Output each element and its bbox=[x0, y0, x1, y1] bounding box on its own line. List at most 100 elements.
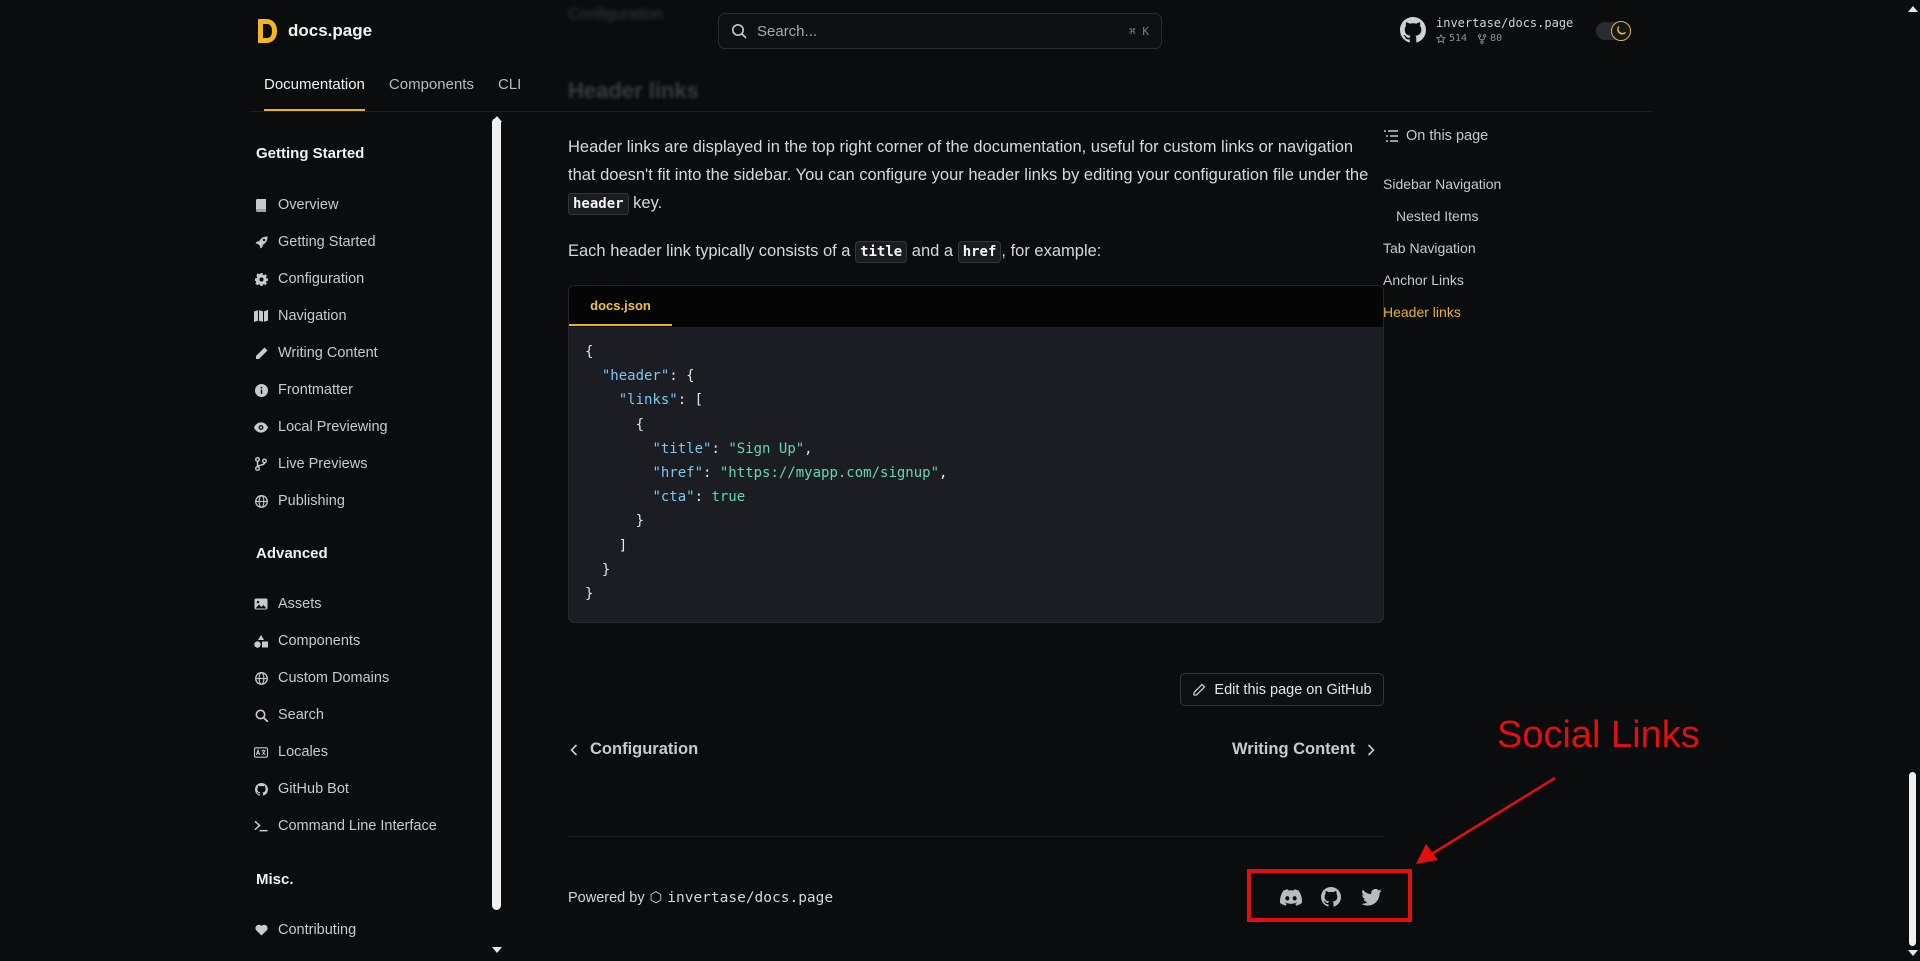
book-icon bbox=[254, 198, 268, 212]
sidebar-item-label: Custom Domains bbox=[278, 670, 390, 686]
brand-link[interactable]: docs.page bbox=[256, 18, 372, 44]
sidebar-item-search[interactable]: Search bbox=[254, 707, 324, 723]
sidebar-item-assets[interactable]: Assets bbox=[254, 596, 322, 612]
sidebar-item-navigation[interactable]: Navigation bbox=[254, 308, 347, 324]
code-line: "header": { bbox=[601, 368, 695, 385]
sidebar-item-overview[interactable]: Overview bbox=[254, 197, 338, 213]
sidebar-item-local-previewing[interactable]: Local Previewing bbox=[254, 419, 388, 435]
sidebar-item-components[interactable]: Components bbox=[254, 633, 360, 649]
toc-title: On this page bbox=[1384, 128, 1488, 144]
code-content: { "header": { "links": [ { "title": "Sig… bbox=[569, 328, 1383, 618]
page-scroll-down[interactable] bbox=[1908, 950, 1918, 956]
globe-icon bbox=[254, 494, 268, 508]
sidebar-item-label: GitHub Bot bbox=[278, 781, 349, 797]
previous-page-link[interactable]: Configuration bbox=[570, 740, 698, 759]
search-placeholder: Search... bbox=[757, 22, 818, 40]
powered-by: Powered by ⬡ invertase/docs.page bbox=[568, 890, 833, 906]
branch-icon bbox=[254, 457, 268, 471]
chevron-right-icon bbox=[1367, 743, 1376, 756]
shapes-icon bbox=[254, 634, 268, 648]
next-page-label: Writing Content bbox=[1232, 740, 1356, 758]
language-icon bbox=[254, 745, 268, 759]
fork-icon bbox=[1477, 33, 1487, 44]
sidebar-item-configuration[interactable]: Configuration bbox=[254, 271, 364, 287]
gear-icon bbox=[254, 272, 268, 286]
page-scroll-up[interactable] bbox=[1908, 6, 1918, 12]
sidebar-section-misc: Misc. bbox=[256, 871, 294, 888]
terminal-icon bbox=[254, 819, 268, 833]
search-input[interactable]: Search... ⌘ K bbox=[718, 13, 1162, 49]
paragraph-text: key. bbox=[628, 194, 663, 212]
code-line: ] bbox=[618, 537, 628, 554]
sidebar-item-label: Configuration bbox=[278, 271, 365, 287]
github-icon bbox=[254, 782, 268, 796]
tab-documentation[interactable]: Documentation bbox=[264, 76, 365, 111]
heart-icon bbox=[254, 923, 268, 937]
map-icon bbox=[254, 309, 268, 323]
sidebar-item-locales[interactable]: Locales bbox=[254, 744, 328, 760]
repo-stars-count: 514 bbox=[1449, 33, 1468, 44]
edit-on-github-button[interactable]: Edit this page on GitHub bbox=[1180, 673, 1384, 706]
list-icon bbox=[1384, 130, 1398, 142]
sidebar-item-custom-domains[interactable]: Custom Domains bbox=[254, 670, 389, 686]
page-scrolled-text: Configuration bbox=[568, 6, 664, 23]
sidebar-item-label: Components bbox=[278, 633, 361, 649]
top-tabs: Documentation Components CLI bbox=[264, 76, 521, 111]
moon-icon bbox=[1611, 21, 1631, 41]
code-line: "links": [ bbox=[618, 392, 704, 409]
sidebar-section-getting-started: Getting Started bbox=[256, 145, 365, 162]
repo-stars: 514 bbox=[1436, 33, 1467, 44]
tab-cli[interactable]: CLI bbox=[498, 76, 521, 111]
code-tab-docs-json[interactable]: docs.json bbox=[569, 286, 672, 326]
pencil-icon bbox=[1192, 683, 1206, 697]
sidebar-item-frontmatter[interactable]: Frontmatter bbox=[254, 382, 353, 398]
sidebar-item-label: Contributing bbox=[278, 922, 357, 938]
sidebar-item-publishing[interactable]: Publishing bbox=[254, 493, 345, 509]
code-line: "title": "Sign Up", bbox=[652, 440, 813, 457]
code-line: { bbox=[635, 416, 645, 433]
toc-item-anchor-links[interactable]: Anchor Links bbox=[1383, 272, 1464, 288]
pencil-icon bbox=[254, 346, 268, 360]
annotation-label: Social Links bbox=[1497, 714, 1700, 756]
sidebar-scrollbar[interactable] bbox=[492, 118, 501, 910]
sidebar-item-label: Writing Content bbox=[278, 345, 378, 361]
sidebar-item-label: Live Previews bbox=[278, 456, 368, 472]
sidebar-item-label: Locales bbox=[278, 744, 328, 760]
annotation-arrow bbox=[1416, 776, 1556, 864]
inline-code-href: href bbox=[957, 241, 1002, 263]
repo-name: invertase/docs.page bbox=[1436, 16, 1574, 30]
sidebar-item-command-line-interface[interactable]: Command Line Interface bbox=[254, 818, 437, 834]
toc-item-tab-navigation[interactable]: Tab Navigation bbox=[1383, 240, 1476, 256]
tab-components[interactable]: Components bbox=[389, 76, 474, 111]
page-scrollbar[interactable] bbox=[1909, 772, 1916, 946]
sidebar-item-github-bot[interactable]: GitHub Bot bbox=[254, 781, 349, 797]
sidebar-item-label: Overview bbox=[278, 197, 339, 213]
sidebar-section-advanced: Advanced bbox=[256, 545, 328, 562]
sidebar-item-label: Navigation bbox=[278, 308, 347, 324]
powered-by-repo-link[interactable]: invertase/docs.page bbox=[667, 890, 833, 906]
powered-by-label: Powered by bbox=[568, 890, 645, 906]
example-paragraph: Each header link typically consists of a… bbox=[568, 237, 1383, 266]
page-heading: Header links bbox=[568, 78, 699, 103]
toc-item-header-links[interactable]: Header links bbox=[1383, 304, 1461, 320]
github-repo-link[interactable]: invertase/docs.page 514 80 bbox=[1400, 16, 1573, 44]
docs-page-hex-icon: ⬡ bbox=[649, 890, 663, 906]
code-tab-bar: docs.json bbox=[569, 286, 1383, 328]
toc-item-nested-items[interactable]: Nested Items bbox=[1396, 208, 1478, 224]
sidebar-item-writing-content[interactable]: Writing Content bbox=[254, 345, 378, 361]
globe-icon bbox=[254, 671, 268, 685]
eye-icon bbox=[254, 420, 268, 434]
next-page-link[interactable]: Writing Content bbox=[1232, 740, 1376, 759]
image-icon bbox=[254, 597, 268, 611]
sidebar-item-live-previews[interactable]: Live Previews bbox=[254, 456, 367, 472]
tabs-divider bbox=[250, 111, 1652, 112]
code-line: "href": "https://myapp.com/signup", bbox=[652, 464, 948, 481]
paragraph-text: and a bbox=[907, 242, 958, 260]
toc-item-sidebar-navigation[interactable]: Sidebar Navigation bbox=[1383, 176, 1501, 192]
theme-toggle[interactable] bbox=[1596, 21, 1631, 41]
sidebar-item-label: Getting Started bbox=[278, 234, 376, 250]
sidebar-item-getting-started[interactable]: Getting Started bbox=[254, 234, 376, 250]
code-line: } bbox=[635, 513, 645, 530]
sidebar-scroll-down[interactable] bbox=[492, 947, 502, 953]
sidebar-item-contributing[interactable]: Contributing bbox=[254, 922, 356, 938]
